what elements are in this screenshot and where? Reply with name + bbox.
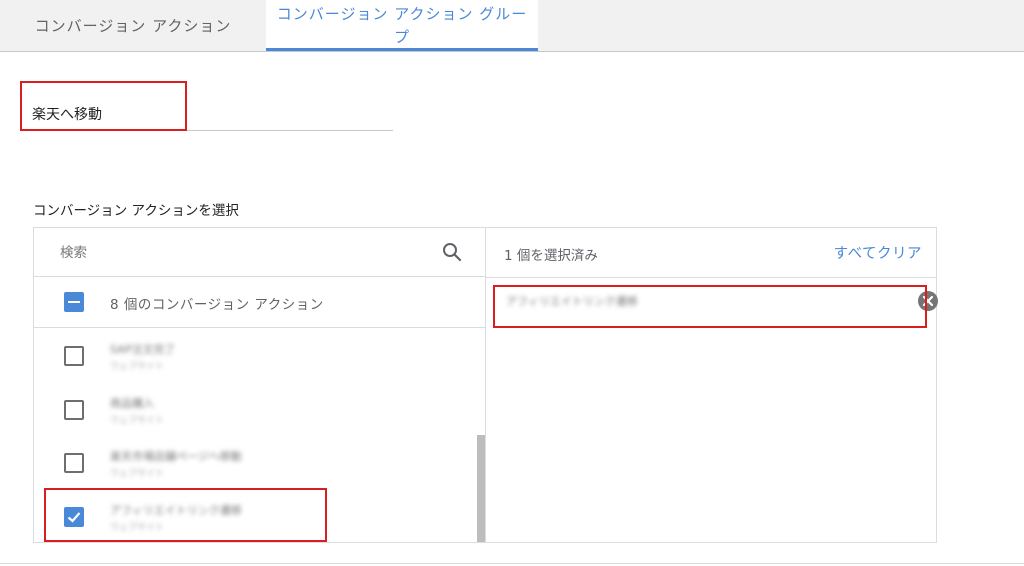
tab-bar: コンバージョン アクション コンバージョン アクション グループ: [0, 0, 1024, 52]
active-tab-indicator: [266, 48, 538, 51]
highlight-box-selected-item: [493, 285, 927, 328]
list-item-title: 楽天市場店舗ページへ移動: [110, 450, 242, 463]
select-all-checkbox[interactable]: [64, 292, 84, 312]
search-icon[interactable]: [440, 240, 464, 264]
list-item[interactable]: SAP注文完了 ウェブサイト: [34, 329, 474, 383]
list-item[interactable]: 楽天市場店舗ページへ移動 ウェブサイト: [34, 436, 474, 490]
clear-all-button[interactable]: すべてクリア: [834, 242, 922, 263]
tab-conversion-actions[interactable]: コンバージョン アクション: [0, 0, 266, 51]
list-item-title: SAP注文完了: [110, 343, 176, 356]
section-label: コンバージョン アクションを選択: [33, 203, 239, 219]
tab-conversion-action-groups[interactable]: コンバージョン アクション グループ: [266, 0, 538, 51]
search-input[interactable]: [60, 242, 440, 264]
list-item-subtitle: ウェブサイト: [110, 416, 165, 426]
scrollbar-thumb[interactable]: [477, 435, 485, 542]
list-item-subtitle: ウェブサイト: [110, 469, 165, 479]
checkbox[interactable]: [64, 346, 84, 366]
list-item-title: 商品購入: [110, 397, 154, 410]
highlight-box-checked-item: [44, 488, 327, 542]
checkbox[interactable]: [64, 453, 84, 473]
select-all-label: 8 個のコンバージョン アクション: [110, 297, 324, 313]
divider: [486, 277, 936, 278]
highlight-box-name: [20, 81, 187, 131]
selected-count: 1 個を選択済み: [504, 248, 598, 264]
selected-actions-pane: 1 個を選択済み すべてクリア アフィリエイトリンク遷移: [486, 228, 938, 542]
list-item-subtitle: ウェブサイト: [110, 362, 165, 372]
checkbox[interactable]: [64, 400, 84, 420]
list-item[interactable]: 商品購入 ウェブサイト: [34, 383, 474, 437]
select-all-row[interactable]: 8 個のコンバージョン アクション: [34, 277, 485, 328]
search-row: [34, 228, 485, 277]
bottom-divider: [0, 563, 1024, 564]
